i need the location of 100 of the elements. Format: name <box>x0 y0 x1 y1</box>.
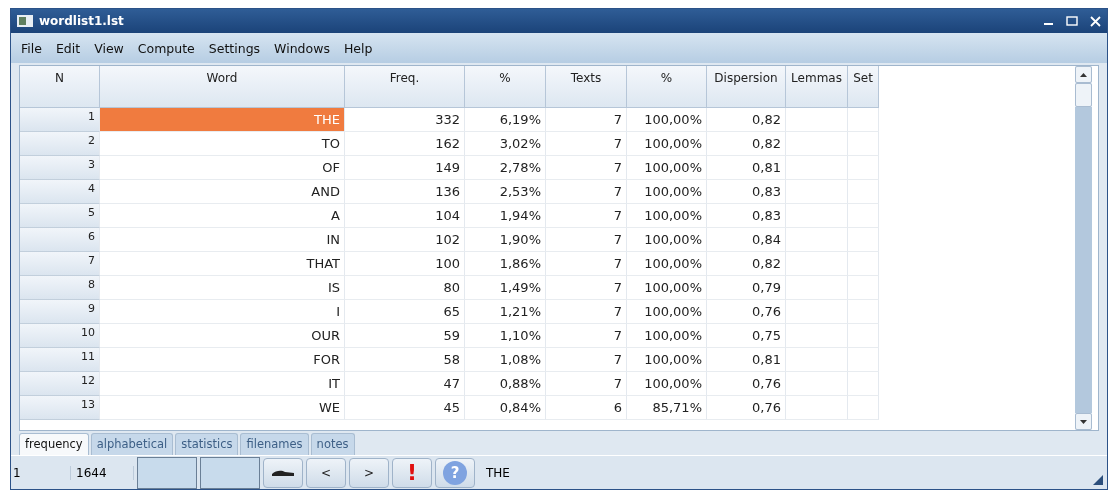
table-cell: 0,83 <box>707 180 786 204</box>
table-cell: 0,81 <box>707 348 786 372</box>
table-cell: 162 <box>345 132 465 156</box>
table-cell: IS <box>100 276 345 300</box>
table-cell <box>848 372 879 396</box>
row-header[interactable]: 5 <box>20 204 100 228</box>
status-position: 1 <box>11 465 71 480</box>
menu-item[interactable]: View <box>88 38 130 58</box>
scroll-thumb[interactable] <box>1075 83 1092 107</box>
table-cell: 2,78% <box>465 156 546 180</box>
column-header[interactable]: N <box>20 66 100 108</box>
window-icon <box>17 15 33 27</box>
column-header[interactable]: Word <box>100 66 345 108</box>
table-cell: IT <box>100 372 345 396</box>
scroll-down-button[interactable] <box>1075 413 1092 430</box>
table-cell: 1,21% <box>465 300 546 324</box>
table-cell: 100 <box>345 252 465 276</box>
table-cell: 1,08% <box>465 348 546 372</box>
table-cell: 100,00% <box>627 324 707 348</box>
column-header[interactable]: % <box>627 66 707 108</box>
table-cell <box>848 204 879 228</box>
scroll-up-button[interactable] <box>1075 66 1092 83</box>
table-cell: IN <box>100 228 345 252</box>
menu-item[interactable]: Help <box>337 38 379 58</box>
table-cell: OUR <box>100 324 345 348</box>
table-cell: 0,84 <box>707 228 786 252</box>
row-header[interactable]: 9 <box>20 300 100 324</box>
table-cell <box>848 228 879 252</box>
row-header[interactable]: 13 <box>20 396 100 420</box>
column-header[interactable]: Dispersion <box>707 66 786 108</box>
row-header[interactable]: 10 <box>20 324 100 348</box>
table-cell: 102 <box>345 228 465 252</box>
table-cell <box>848 324 879 348</box>
column-header[interactable]: Texts <box>546 66 627 108</box>
table-cell: 7 <box>546 228 627 252</box>
menu-item[interactable]: Windows <box>268 38 336 58</box>
table-cell: 1,10% <box>465 324 546 348</box>
column-header[interactable]: % <box>465 66 546 108</box>
table-cell: 45 <box>345 396 465 420</box>
tab[interactable]: statistics <box>175 433 239 455</box>
table-cell: 0,82 <box>707 108 786 132</box>
table-cell: 149 <box>345 156 465 180</box>
row-header[interactable]: 4 <box>20 180 100 204</box>
menu-item[interactable]: File <box>15 38 48 58</box>
tab[interactable]: notes <box>310 433 355 455</box>
column-header[interactable]: Set <box>848 66 879 108</box>
nav-button[interactable]: < <box>306 457 346 488</box>
tab[interactable]: alphabetical <box>90 433 174 455</box>
table-cell: 1,86% <box>465 252 546 276</box>
row-header[interactable]: 1 <box>20 108 100 132</box>
table-cell <box>786 324 848 348</box>
tab[interactable]: filenames <box>240 433 309 455</box>
menu-item[interactable]: Compute <box>131 38 201 58</box>
tool-button[interactable] <box>263 457 303 488</box>
table-cell <box>848 300 879 324</box>
nav-button[interactable]: > <box>349 457 389 488</box>
menu-item[interactable]: Settings <box>202 38 267 58</box>
row-header[interactable]: 3 <box>20 156 100 180</box>
alert-button[interactable]: ! <box>392 457 432 488</box>
table-cell: THE <box>100 108 345 132</box>
status-field <box>200 456 260 489</box>
table-cell: 100,00% <box>627 132 707 156</box>
table-cell <box>848 276 879 300</box>
close-icon[interactable] <box>1090 15 1101 27</box>
column-header[interactable]: Freq. <box>345 66 465 108</box>
tab[interactable]: frequency <box>19 433 89 455</box>
table-cell: 100,00% <box>627 372 707 396</box>
table-cell: 7 <box>546 300 627 324</box>
table-cell: THAT <box>100 252 345 276</box>
row-header[interactable]: 8 <box>20 276 100 300</box>
status-field <box>137 456 197 489</box>
table-cell <box>848 348 879 372</box>
menu-item[interactable]: Edit <box>49 38 87 58</box>
table-cell <box>848 252 879 276</box>
table-cell: 7 <box>546 156 627 180</box>
table-cell: 100,00% <box>627 180 707 204</box>
table-cell <box>848 396 879 420</box>
table-cell: A <box>100 204 345 228</box>
table-cell: 0,76 <box>707 300 786 324</box>
table-cell: 0,81 <box>707 156 786 180</box>
maximize-icon[interactable] <box>1066 16 1078 26</box>
table-cell: 0,76 <box>707 396 786 420</box>
table-cell: 7 <box>546 276 627 300</box>
table-cell: 0,82 <box>707 252 786 276</box>
table-cell <box>786 228 848 252</box>
table-cell: 80 <box>345 276 465 300</box>
table-cell: 65 <box>345 300 465 324</box>
scrollbar[interactable] <box>1075 66 1092 430</box>
row-header[interactable]: 11 <box>20 348 100 372</box>
row-header[interactable]: 6 <box>20 228 100 252</box>
table-cell: 0,83 <box>707 204 786 228</box>
resize-grip-icon[interactable] <box>1093 475 1103 485</box>
table-cell <box>786 396 848 420</box>
column-header[interactable]: Lemmas <box>786 66 848 108</box>
row-header[interactable]: 12 <box>20 372 100 396</box>
table-cell: 100,00% <box>627 348 707 372</box>
table-cell: I <box>100 300 345 324</box>
row-header[interactable]: 7 <box>20 252 100 276</box>
row-header[interactable]: 2 <box>20 132 100 156</box>
table-cell: 2,53% <box>465 180 546 204</box>
